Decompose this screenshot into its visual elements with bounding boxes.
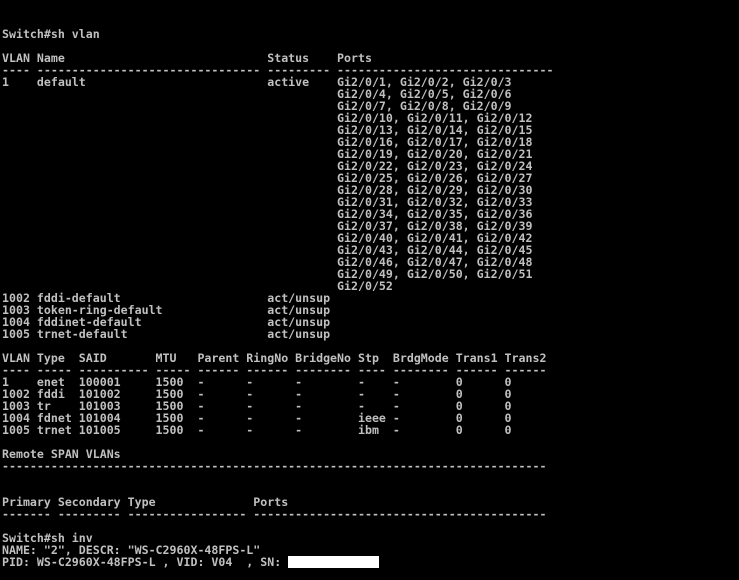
terminal-line: 1005 trnet 101005 1500 - - - ibm - 0 0: [2, 424, 739, 436]
terminal-line-text: 1005 trnet-default act/unsup: [2, 327, 331, 341]
terminal-line-text: ----------------------------------------…: [2, 459, 547, 473]
terminal-line-text: 1005 trnet 101005 1500 - - - ibm - 0 0: [2, 423, 512, 437]
terminal-output: Switch#sh vlan VLAN Name Status Ports ----…: [2, 28, 739, 568]
terminal-line-text: ------- --------- ----------------- ----…: [2, 507, 547, 521]
terminal-line: ----------------------------------------…: [2, 460, 739, 472]
terminal-window[interactable]: Switch#sh vlan VLAN Name Status Ports ----…: [0, 0, 739, 568]
terminal-line: PID: WS-C2960X-48FPS-L , VID: V04 , SN:: [2, 556, 739, 568]
terminal-line: Switch#sh vlan: [2, 28, 739, 40]
terminal-line-text: PID: WS-C2960X-48FPS-L , VID: V04 , SN:: [2, 555, 289, 569]
redacted-serial-block: [288, 556, 380, 568]
terminal-line: ------- --------- ----------------- ----…: [2, 508, 739, 520]
terminal-line: 1005 trnet-default act/unsup: [2, 328, 739, 340]
terminal-line-text: Switch#sh vlan: [2, 27, 100, 41]
